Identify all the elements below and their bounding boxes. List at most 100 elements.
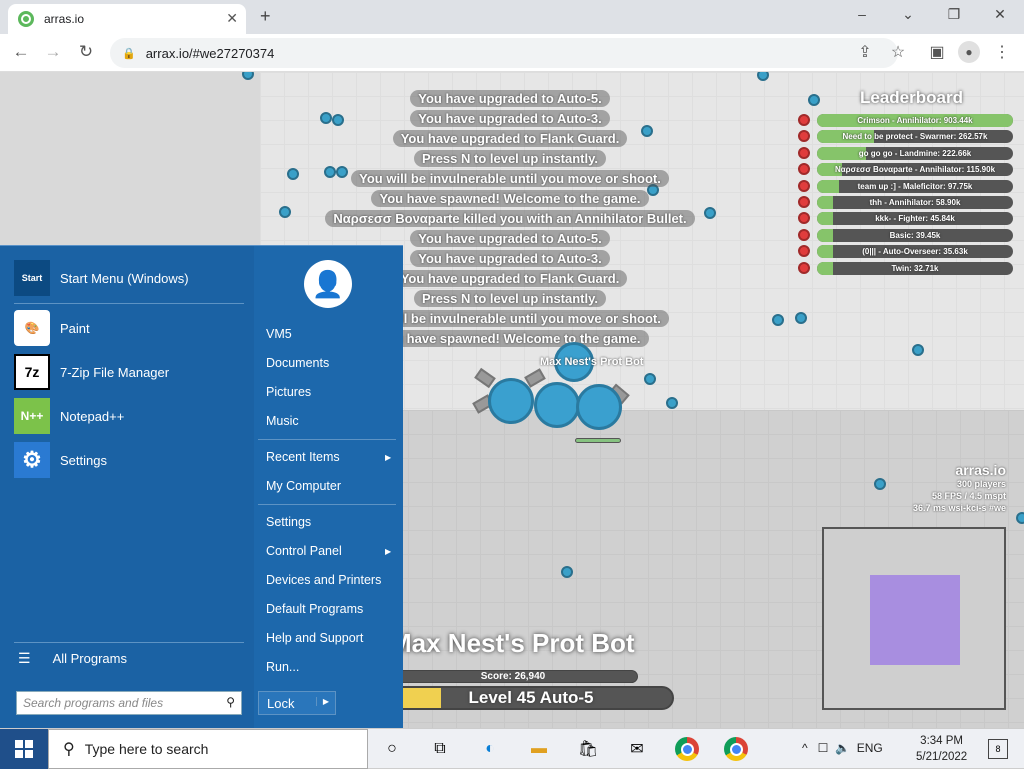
leaderboard-row: (0||| - Auto-Overseer: 35.63k xyxy=(817,245,1013,259)
pinned-paint[interactable]: 🎨 Paint xyxy=(14,308,254,348)
leaderboard-row: Need to be protect - Swarmer: 262.57k xyxy=(817,130,1013,144)
bookmark-star-icon[interactable]: ☆ xyxy=(887,42,909,62)
language-indicator[interactable]: ENG xyxy=(857,741,883,755)
tab-strip: arras.io ✕ + – ⌄ ❐ ✕ xyxy=(0,0,1024,34)
file-explorer-icon[interactable]: ▬ xyxy=(527,737,551,761)
start-item-my-computer[interactable]: My Computer xyxy=(266,479,341,493)
notification-count: 8 xyxy=(995,744,1001,754)
reload-button[interactable]: ↻ xyxy=(75,42,97,62)
start-item-default-programs[interactable]: Default Programs xyxy=(266,602,363,616)
pinned-notepadpp[interactable]: N++ Notepad++ xyxy=(14,396,254,436)
user-avatar[interactable]: 👤 xyxy=(304,260,352,308)
chevron-down-icon[interactable]: ⌄ xyxy=(898,6,918,23)
start-item-recent[interactable]: Recent Items xyxy=(266,450,340,464)
pinned-label: Start Menu (Windows) xyxy=(60,270,189,286)
menu-kebab-icon[interactable]: ⋮ xyxy=(991,42,1013,62)
leaderboard-title: Leaderboard xyxy=(860,88,963,107)
task-view-icon[interactable]: ⧉ xyxy=(428,737,452,761)
tank-class-icon xyxy=(798,196,810,208)
pinned-start-menu[interactable]: Start Start Menu (Windows) xyxy=(14,258,254,298)
search-icon[interactable]: ⚲ xyxy=(226,695,235,709)
leaderboard-row: Twin: 32.71k xyxy=(817,261,1013,275)
search-placeholder: Search programs and files xyxy=(23,696,164,710)
system-tray[interactable]: ^ ☐ 🔈 ENG xyxy=(802,741,883,755)
player-count: 300 players xyxy=(956,479,1006,489)
leaderboard-entry-text: Ναρσεσσ Βοναparte - Annihilator: 115.90k xyxy=(834,165,996,175)
toolbar: ← → ↻ 🔒 arrax.io/#we27270374 ⇪ ☆ ▣ ● ⋮ xyxy=(0,34,1024,72)
gear-icon: ⚙ xyxy=(14,442,50,478)
chrome-icon[interactable] xyxy=(675,737,699,761)
start-search-input[interactable]: Search programs and files ⚲ xyxy=(16,691,242,715)
leaderboard-entry-text: go go go - Landmine: 222.66k xyxy=(858,148,972,158)
clock-time: 3:34 PM xyxy=(920,735,963,747)
address-bar[interactable]: 🔒 arrax.io/#we27270374 xyxy=(110,38,898,68)
mail-icon[interactable]: ✉ xyxy=(625,737,649,761)
leaderboard-entry-text: kkk- - Fighter: 45.84k xyxy=(875,214,955,224)
polygon-shape xyxy=(644,373,656,385)
tab-title: arras.io xyxy=(44,12,85,26)
divider xyxy=(14,642,244,643)
pinned-settings[interactable]: ⚙ Settings xyxy=(14,440,254,480)
server-name: arras.io xyxy=(955,462,1006,478)
cortana-icon[interactable]: ○ xyxy=(380,737,404,761)
tank-body xyxy=(488,378,534,424)
forward-button[interactable]: → xyxy=(42,42,64,62)
start-item-control-panel[interactable]: Control Panel xyxy=(266,544,342,558)
lock-button[interactable]: Lock ▶ xyxy=(258,691,336,715)
leaderboard-row: thh - Annihilator: 58.90k xyxy=(817,196,1013,209)
polygon-shape xyxy=(808,94,820,106)
tank-class-icon xyxy=(798,179,810,192)
store-icon[interactable]: 🛍 xyxy=(576,737,600,761)
start-item-pictures[interactable]: Pictures xyxy=(266,385,311,399)
pinned-7zip[interactable]: 7z 7-Zip File Manager xyxy=(14,352,254,392)
game-message: You have upgraded to Auto-5. xyxy=(410,90,610,107)
browser-tab[interactable]: arras.io ✕ xyxy=(8,4,246,34)
network-icon[interactable]: ☐ xyxy=(818,741,829,755)
close-window-button[interactable]: ✕ xyxy=(990,6,1010,23)
side-panel-icon[interactable]: ▣ xyxy=(926,42,948,62)
game-message: You will be invulnerable until you move … xyxy=(351,170,669,187)
start-item-help[interactable]: Help and Support xyxy=(266,631,363,645)
tank-class-icon xyxy=(798,261,810,274)
game-message: You have upgraded to Flank Guard. xyxy=(392,270,628,287)
clock[interactable]: 3:34 PM 5/21/2022 xyxy=(916,733,967,765)
start-item-documents[interactable]: Documents xyxy=(266,356,329,370)
paint-icon: 🎨 xyxy=(14,310,50,346)
start-item-settings[interactable]: Settings xyxy=(266,515,311,529)
restore-button[interactable]: ❐ xyxy=(944,6,964,23)
divider xyxy=(258,439,396,440)
pinned-label: Paint xyxy=(60,320,90,336)
share-icon[interactable]: ⇪ xyxy=(854,42,876,62)
start-item-devices-printers[interactable]: Devices and Printers xyxy=(266,573,381,587)
taskbar-search-input[interactable]: ⚲ Type here to search xyxy=(48,729,368,769)
edge-icon[interactable]: ◐ xyxy=(478,737,502,761)
polygon-shape xyxy=(287,168,299,180)
windows-logo-icon xyxy=(15,740,33,758)
profile-avatar[interactable]: ● xyxy=(958,41,980,63)
new-tab-button[interactable]: + xyxy=(260,6,271,27)
polygon-shape xyxy=(666,397,678,409)
chevron-up-icon[interactable]: ^ xyxy=(802,741,808,755)
notification-center-button[interactable]: 8 xyxy=(988,739,1008,759)
volume-icon[interactable]: 🔈 xyxy=(835,741,850,755)
search-icon: ⚲ xyxy=(63,741,75,758)
back-button[interactable]: ← xyxy=(10,42,32,62)
windows-start-button[interactable] xyxy=(0,729,48,769)
divider xyxy=(258,504,396,505)
score-bar: Score: 26,940 xyxy=(388,670,638,683)
chrome-icon[interactable] xyxy=(724,737,748,761)
minimize-button[interactable]: – xyxy=(852,6,872,22)
polygon-shape xyxy=(874,478,886,490)
score-text: Score: 26,940 xyxy=(480,671,546,682)
game-message: You have spawned! Welcome to the game. xyxy=(371,330,649,347)
start-item-run[interactable]: Run... xyxy=(266,660,299,674)
lock-icon[interactable]: 🔒 xyxy=(122,47,136,60)
close-tab-icon[interactable]: ✕ xyxy=(226,10,238,27)
chevron-right-icon[interactable]: ▶ xyxy=(315,697,329,706)
all-programs-button[interactable]: ☰ All Programs xyxy=(18,650,127,667)
game-message: You have upgraded to Auto-3. xyxy=(410,250,610,267)
start-item-music[interactable]: Music xyxy=(266,414,299,428)
url-text: arrax.io/#we27270374 xyxy=(145,45,275,61)
leaderboard-row: Crimson - Annihilator: 903.44k xyxy=(817,114,1013,127)
start-item-vm5[interactable]: VM5 xyxy=(266,327,292,341)
